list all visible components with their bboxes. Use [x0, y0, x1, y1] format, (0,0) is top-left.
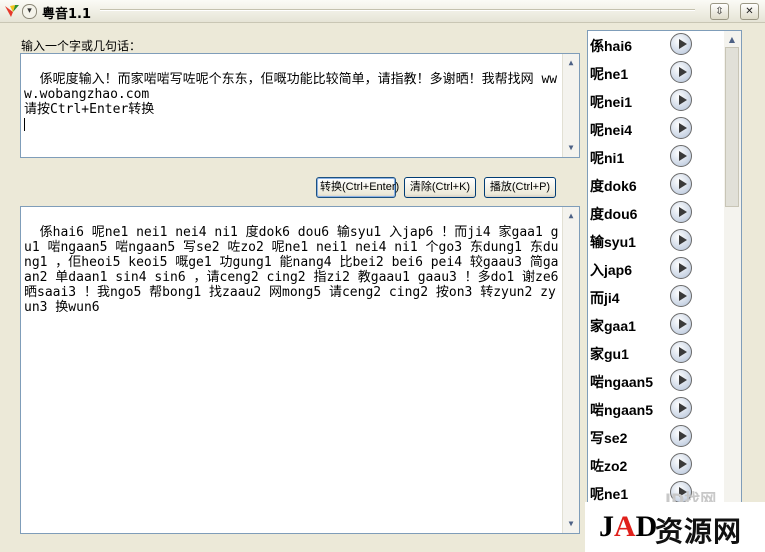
play-icon[interactable] — [670, 285, 692, 307]
pron-label: 呢nei1 — [590, 94, 633, 110]
pron-item: 而ji4 — [588, 283, 724, 311]
play-icon[interactable] — [670, 89, 692, 111]
scroll-up-icon[interactable]: ▲ — [563, 56, 579, 70]
pron-label: 家gaa1 — [590, 318, 636, 334]
pron-label: 呢nei4 — [590, 122, 633, 138]
play-icon[interactable] — [670, 145, 692, 167]
pron-label: 家gu1 — [590, 346, 629, 362]
pron-item: 度dok6 — [588, 171, 724, 199]
pron-item: 呢nei4 — [588, 115, 724, 143]
text-caret — [24, 118, 25, 131]
play-icon[interactable] — [670, 201, 692, 223]
play-button[interactable]: 播放(Ctrl+P) — [484, 177, 556, 198]
pron-item: 度dou6 — [588, 199, 724, 227]
window-title: 粤音1.1 — [42, 7, 92, 22]
scroll-thumb[interactable] — [725, 47, 739, 207]
play-icon[interactable] — [670, 33, 692, 55]
pron-label: 係hai6 — [590, 38, 633, 54]
pron-label: 呢ne1 — [590, 486, 629, 502]
output-textarea[interactable]: 係hai6 呢ne1 nei1 nei4 ni1 度dok6 dou6 输syu… — [20, 206, 580, 534]
pron-label: 入jap6 — [590, 262, 633, 278]
input-text: 係呢度输入！而家啱啱写咗呢个东东，佢嘅功能比较简单，请指教！多谢晒！我帮找网 w… — [24, 72, 558, 117]
scroll-down-icon[interactable]: ▼ — [563, 141, 579, 155]
pron-item: 入jap6 — [588, 255, 724, 283]
watermark-text: 资源网 — [655, 515, 743, 548]
title-divider — [100, 9, 695, 11]
pron-label: 咗zo2 — [590, 458, 628, 474]
pron-label: 啱ngaan5 — [590, 374, 654, 390]
pronunciation-panel: 係hai6 呢ne1 呢nei1 呢nei4 呢ni1 度dok6 度dou6 … — [587, 30, 742, 504]
play-icon[interactable] — [670, 369, 692, 391]
play-icon[interactable] — [670, 453, 692, 475]
pron-item: 呢ne1 — [588, 59, 724, 87]
pron-label: 啱ngaan5 — [590, 402, 654, 418]
system-menu-button[interactable]: ▾ — [22, 4, 37, 19]
pron-item: 呢nei1 — [588, 87, 724, 115]
input-scrollbar[interactable]: ▲ ▼ — [562, 54, 579, 157]
play-icon[interactable] — [670, 341, 692, 363]
play-icon[interactable] — [670, 229, 692, 251]
output-text: 係hai6 呢ne1 nei1 nei4 ni1 度dok6 dou6 输syu… — [24, 225, 559, 315]
restore-button[interactable]: ⇳ — [710, 3, 729, 20]
pron-item: 输syu1 — [588, 227, 724, 255]
scroll-up-icon[interactable]: ▲ — [563, 209, 579, 223]
pron-item: 家gaa1 — [588, 311, 724, 339]
output-scrollbar[interactable]: ▲ ▼ — [562, 207, 579, 533]
pron-label: 而ji4 — [590, 290, 620, 306]
pron-item: 写se2 — [588, 423, 724, 451]
pron-label: 呢ne1 — [590, 66, 629, 82]
watermark-logo: JAD — [599, 510, 658, 543]
scroll-down-icon[interactable]: ▼ — [563, 517, 579, 531]
input-label: 输入一个字或几句话： — [21, 39, 142, 53]
play-icon[interactable] — [670, 313, 692, 335]
pron-item: 呢ni1 — [588, 143, 724, 171]
play-icon[interactable] — [670, 425, 692, 447]
pron-item: 啱ngaan5 — [588, 395, 724, 423]
input-textarea[interactable]: 係呢度输入！而家啱啱写咗呢个东东，佢嘅功能比较简单，请指教！多谢晒！我帮找网 w… — [20, 53, 580, 158]
pron-label: 呢ni1 — [590, 150, 625, 166]
pron-label: 输syu1 — [590, 234, 636, 250]
pron-item: 家gu1 — [588, 339, 724, 367]
play-icon[interactable] — [670, 257, 692, 279]
watermark: JAD 资源网 — [585, 502, 765, 552]
play-icon[interactable] — [670, 61, 692, 83]
play-icon[interactable] — [670, 117, 692, 139]
pron-item: 咗zo2 — [588, 451, 724, 479]
play-icon[interactable] — [670, 397, 692, 419]
close-button[interactable]: ✕ — [740, 3, 759, 20]
convert-button[interactable]: 转换(Ctrl+Enter) — [316, 177, 399, 198]
play-icon[interactable] — [670, 173, 692, 195]
pron-item: 啱ngaan5 — [588, 367, 724, 395]
clear-button[interactable]: 清除(Ctrl+K) — [404, 177, 476, 198]
pron-label: 度dok6 — [590, 178, 637, 194]
scroll-up-icon[interactable]: ▲ — [724, 33, 740, 47]
pron-item: 係hai6 — [588, 31, 724, 59]
app-logo-icon[interactable] — [4, 3, 20, 19]
pron-label: 度dou6 — [590, 206, 638, 222]
pron-label: 写se2 — [590, 430, 628, 446]
title-bar: ▾ 粤音1.1 ⇳ ✕ — [0, 0, 765, 23]
panel-scrollbar[interactable]: ▲ — [724, 31, 741, 503]
